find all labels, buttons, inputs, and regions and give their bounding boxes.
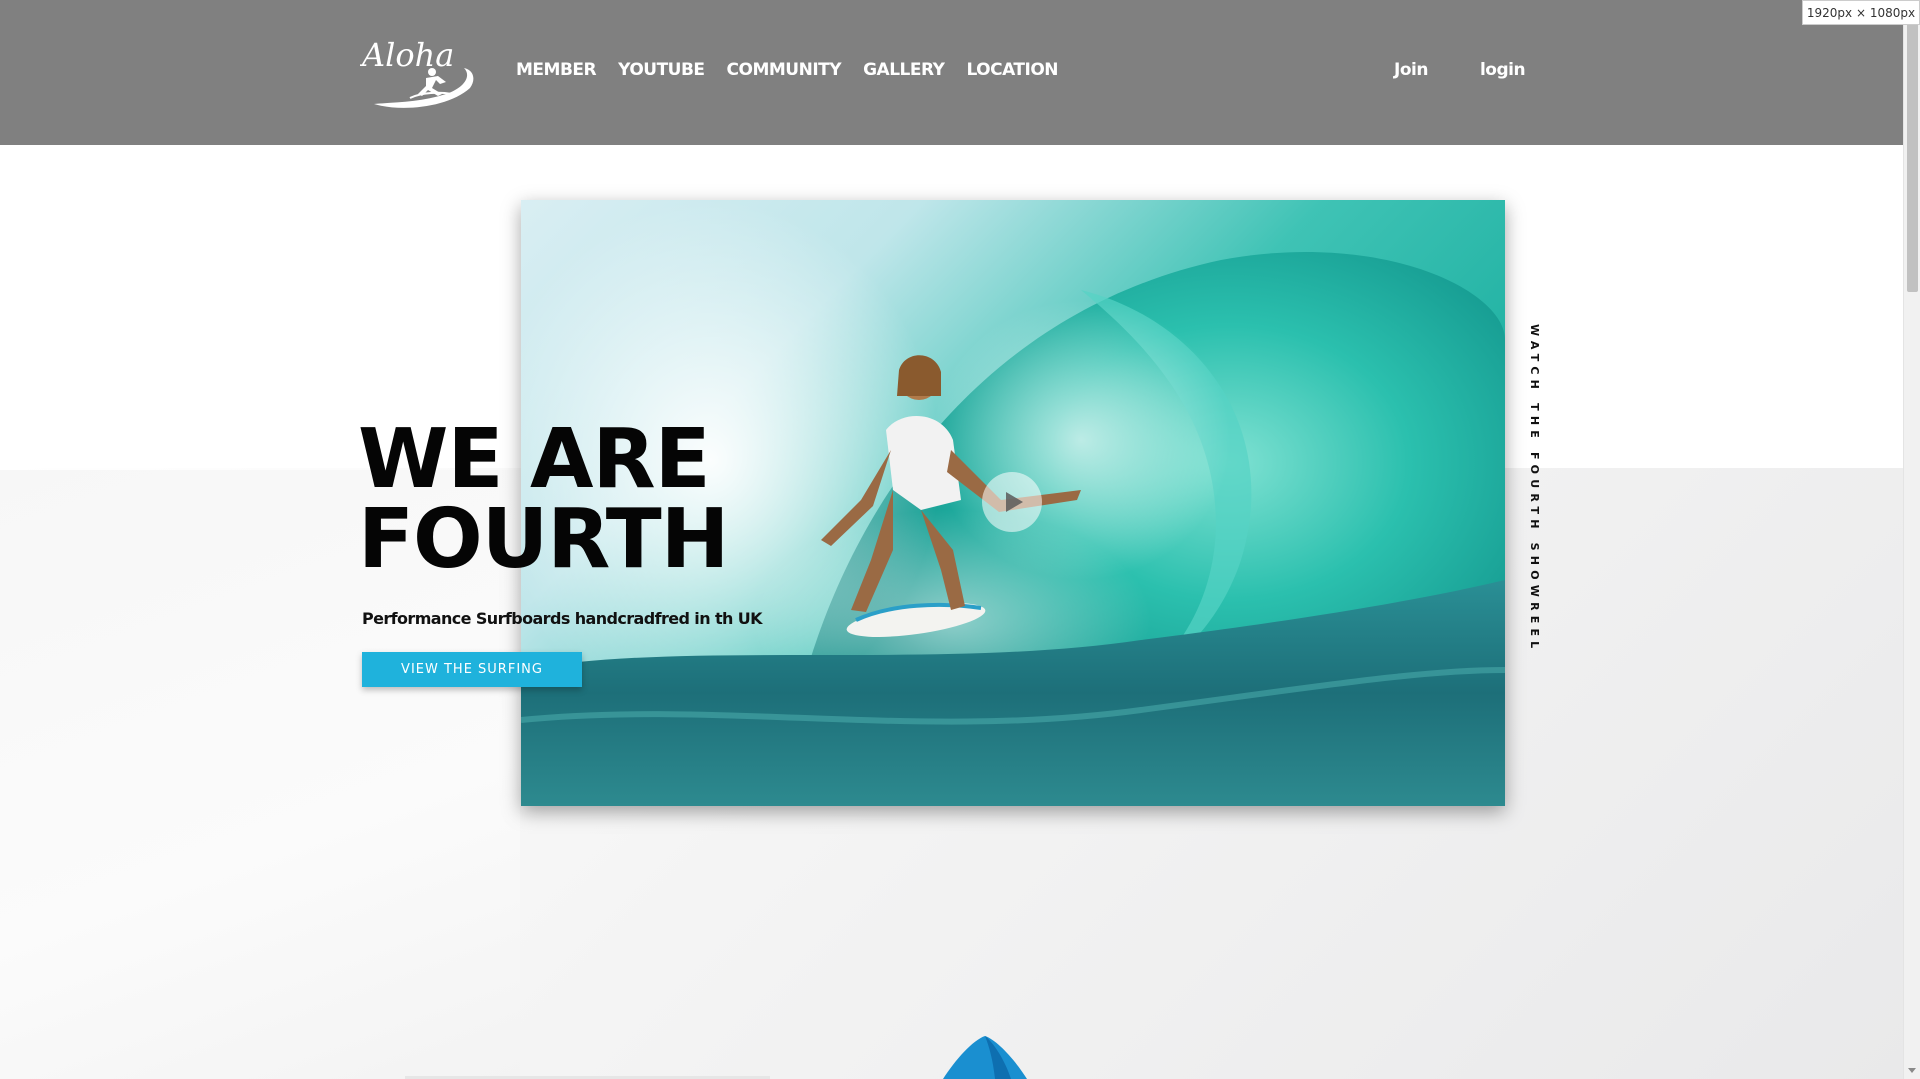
aloha-logo[interactable]: Aloha (359, 30, 478, 110)
scroll-down-icon[interactable] (1908, 1068, 1916, 1073)
page-scrollbar[interactable] (1903, 0, 1920, 1079)
play-button[interactable] (982, 472, 1042, 532)
hero-subtitle: Performance Surfboards handcradfred in t… (362, 609, 763, 628)
watch-showreel-label[interactable]: WATCH THE FOURTH SHOWREEL (1528, 324, 1541, 653)
headline-line-2: FOURTH (358, 492, 729, 587)
nav-youtube[interactable]: YOUTUBE (618, 60, 705, 80)
hero-headline: WE ARE FOURTH (358, 419, 778, 581)
nav-gallery[interactable]: GALLERY (863, 60, 945, 80)
join-link[interactable]: Join (1394, 60, 1428, 80)
viewport-size-badge: 1920px × 1080px (1802, 0, 1920, 25)
nav-location[interactable]: LOCATION (966, 60, 1058, 80)
login-link[interactable]: login (1480, 60, 1526, 80)
auth-links: Join login (1394, 60, 1526, 80)
scroll-thumb[interactable] (1907, 20, 1918, 292)
surfboard-preview-image (943, 1036, 1027, 1079)
nav-member[interactable]: MEMBER (516, 60, 597, 80)
view-surfing-button[interactable]: VIEW THE SURFING (362, 652, 582, 687)
main-nav: MEMBER YOUTUBE COMMUNITY GALLERY LOCATIO… (516, 60, 1059, 80)
nav-community[interactable]: COMMUNITY (727, 60, 842, 80)
logo-wordmark: Aloha (360, 36, 454, 74)
site-header: Aloha MEMBER YOUTUBE COMMUNITY GALLERY L… (0, 0, 1903, 145)
surfer-logo-icon: Aloha (359, 36, 474, 108)
play-icon (1006, 492, 1023, 512)
